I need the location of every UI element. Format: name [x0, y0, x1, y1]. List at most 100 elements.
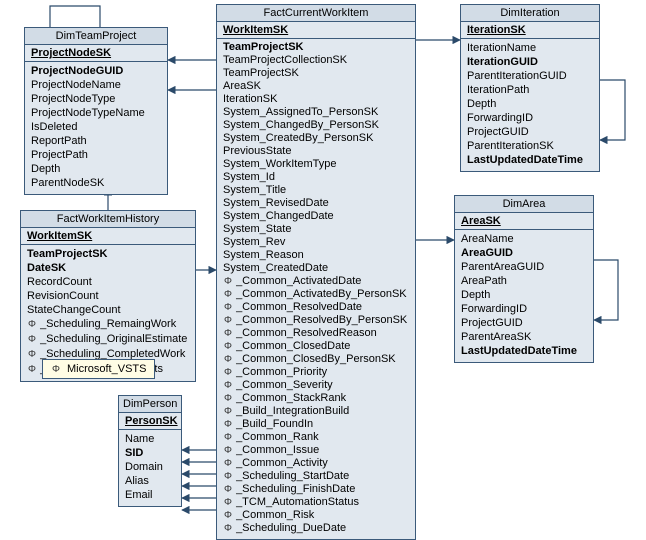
field: Φ _Build_FoundIn	[223, 418, 409, 431]
field: RecordCount	[27, 275, 189, 289]
field: TeamProjectSK	[223, 41, 409, 54]
entity-dim-team-project: DimTeamProject ProjectNodeSK ProjectNode…	[24, 27, 168, 195]
field: TeamProjectSK	[27, 247, 189, 261]
phi-icon: Φ	[223, 483, 233, 496]
field: System_Title	[223, 184, 409, 197]
entity-pk: PersonSK	[119, 413, 181, 430]
phi-icon: Φ	[223, 366, 233, 379]
field: Φ _Common_Rank	[223, 431, 409, 444]
field: System_State	[223, 223, 409, 236]
field: ParentNodeSK	[31, 176, 161, 190]
field: Depth	[31, 162, 161, 176]
field: System_Reason	[223, 249, 409, 262]
field: SID	[125, 446, 175, 460]
field: ProjectNodeGUID	[31, 64, 161, 78]
field: Name	[125, 432, 175, 446]
entity-title: DimArea	[455, 196, 593, 213]
field: ParentAreaGUID	[461, 260, 587, 274]
field: Φ _TCM_AutomationStatus	[223, 496, 409, 509]
entity-dim-iteration: DimIteration IterationSK IterationNameIt…	[460, 4, 600, 172]
field: StateChangeCount	[27, 303, 189, 317]
phi-icon: Φ	[27, 363, 37, 377]
field: Depth	[461, 288, 587, 302]
field: ParentIterationSK	[467, 139, 593, 153]
field: IterationName	[467, 41, 593, 55]
field: System_ChangedBy_PersonSK	[223, 119, 409, 132]
field: System_CreatedBy_PersonSK	[223, 132, 409, 145]
entity-pk: WorkItemSK	[217, 22, 415, 39]
legend-label: Microsoft_VSTS	[67, 363, 146, 375]
entity-fact-current-work-item: FactCurrentWorkItem WorkItemSK TeamProje…	[216, 4, 416, 540]
entity-dim-person: DimPerson PersonSK NameSIDDomainAliasEma…	[118, 395, 182, 507]
phi-icon: Φ	[223, 418, 233, 431]
field: IsDeleted	[31, 120, 161, 134]
phi-icon: Φ	[223, 327, 233, 340]
field: Φ _Scheduling_FinishDate	[223, 483, 409, 496]
field: System_AssignedTo_PersonSK	[223, 106, 409, 119]
entity-fields: AreaNameAreaGUIDParentAreaGUIDAreaPathDe…	[455, 230, 593, 362]
phi-icon: Φ	[223, 275, 233, 288]
field: ProjectGUID	[461, 316, 587, 330]
phi-icon: Φ	[27, 348, 37, 362]
field: System_Id	[223, 171, 409, 184]
field: DateSK	[27, 261, 189, 275]
field: Φ _Common_ResolvedReason	[223, 327, 409, 340]
field: ParentIterationGUID	[467, 69, 593, 83]
field: Φ _Scheduling_RemaingWork	[27, 317, 189, 332]
phi-icon: Φ	[223, 431, 233, 444]
entity-title: FactWorkItemHistory	[21, 211, 195, 228]
entity-fields: IterationNameIterationGUIDParentIteratio…	[461, 39, 599, 171]
phi-icon: Φ	[223, 379, 233, 392]
field: Φ _Common_ClosedDate	[223, 340, 409, 353]
phi-icon: Φ	[223, 444, 233, 457]
field: ProjectPath	[31, 148, 161, 162]
phi-icon: Φ	[223, 288, 233, 301]
field: System_ChangedDate	[223, 210, 409, 223]
field: System_RevisedDate	[223, 197, 409, 210]
phi-icon: Φ	[223, 314, 233, 327]
field: Φ _Common_ClosedBy_PersonSK	[223, 353, 409, 366]
entity-title: DimTeamProject	[25, 28, 167, 45]
entity-fields: TeamProjectSKTeamProjectCollectionSKTeam…	[217, 39, 415, 539]
phi-icon: Φ	[223, 340, 233, 353]
entity-fields: NameSIDDomainAliasEmail	[119, 430, 181, 506]
field: AreaSK	[223, 80, 409, 93]
field: Φ _Common_Risk	[223, 509, 409, 522]
field: ForwardingID	[461, 302, 587, 316]
field: Φ _Common_Severity	[223, 379, 409, 392]
field: AreaGUID	[461, 246, 587, 260]
field: ForwardingID	[467, 111, 593, 125]
field: ProjectGUID	[467, 125, 593, 139]
entity-title: DimPerson	[119, 396, 181, 413]
field: LastUpdatedDateTime	[467, 153, 593, 167]
entity-title: FactCurrentWorkItem	[217, 5, 415, 22]
phi-icon: Φ	[27, 318, 37, 332]
field: Φ _Common_ResolvedDate	[223, 301, 409, 314]
field: ProjectNodeName	[31, 78, 161, 92]
field: ProjectNodeType	[31, 92, 161, 106]
phi-icon: Φ	[223, 392, 233, 405]
field: PreviousState	[223, 145, 409, 158]
field: Alias	[125, 474, 175, 488]
field: Email	[125, 488, 175, 502]
field: System_Rev	[223, 236, 409, 249]
phi-icon: Φ	[223, 301, 233, 314]
field: RevisionCount	[27, 289, 189, 303]
phi-icon: Φ	[223, 496, 233, 509]
phi-icon: Φ	[51, 364, 61, 375]
entity-pk: AreaSK	[455, 213, 593, 230]
field: System_CreatedDate	[223, 262, 409, 275]
phi-icon: Φ	[223, 353, 233, 366]
field: Φ _Common_ActivatedBy_PersonSK	[223, 288, 409, 301]
phi-icon: Φ	[223, 509, 233, 522]
field: System_WorkItemType	[223, 158, 409, 171]
field: Φ _Common_Activity	[223, 457, 409, 470]
field: Φ _Scheduling_OriginalEstimate	[27, 332, 189, 347]
field: Φ _Scheduling_StartDate	[223, 470, 409, 483]
entity-title: DimIteration	[461, 5, 599, 22]
entity-dim-area: DimArea AreaSK AreaNameAreaGUIDParentAre…	[454, 195, 594, 363]
phi-icon: Φ	[27, 333, 37, 347]
field: Φ _Common_Issue	[223, 444, 409, 457]
field: TeamProjectSK	[223, 67, 409, 80]
entity-pk: WorkItemSK	[21, 228, 195, 245]
